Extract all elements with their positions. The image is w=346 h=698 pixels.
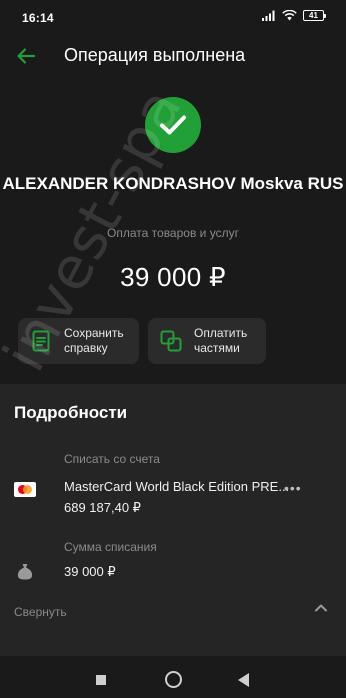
app-bar: Операция выполнена [0,34,346,78]
status-time: 16:14 [22,11,54,25]
status-icons: 41 [262,10,326,21]
pay-installments-label: Оплатить частями [194,326,248,355]
operation-amount: 39 000 ₽ [120,262,226,292]
details-panel: Подробности Списать со счета MasterCard … [0,384,346,656]
installments-icon [160,330,182,352]
battery-icon: 41 [303,10,326,21]
system-nav-bar [0,660,346,698]
details-heading: Подробности [14,403,128,422]
collapse-button[interactable]: Свернуть [14,605,67,619]
pay-installments-button[interactable]: Оплатить частями [148,318,266,364]
save-receipt-label: Сохранить справку [64,326,124,355]
signal-icon [262,10,275,21]
page-title: Операция выполнена [64,45,246,65]
recipient-name: ALEXANDER KONDRASHOV Moskva RUS [2,174,344,193]
mastercard-icon [14,482,36,497]
document-icon [30,330,52,352]
operation-category: Оплата товаров и услуг [107,226,239,240]
sum-value: 39 000 ₽ [64,564,116,579]
back-button[interactable] [12,42,40,70]
card-name[interactable]: MasterCard World Black Edition PRE... [64,479,289,494]
account-label: Списать со счета [64,452,160,466]
sum-label: Сумма списания [64,540,157,554]
wifi-icon [282,10,297,21]
card-balance: 689 187,40 ₽ [64,500,141,515]
chevron-up-icon[interactable] [314,603,328,613]
recents-button[interactable] [96,675,106,685]
system-back-button[interactable] [238,673,249,687]
status-bar: 16:14 41 [0,0,346,34]
check-circle-icon [145,97,201,153]
money-bag-icon [17,564,33,580]
arrow-left-icon [17,48,35,64]
more-options-icon[interactable]: ••• [284,480,302,496]
save-receipt-button[interactable]: Сохранить справку [18,318,139,364]
home-button[interactable] [165,671,182,688]
